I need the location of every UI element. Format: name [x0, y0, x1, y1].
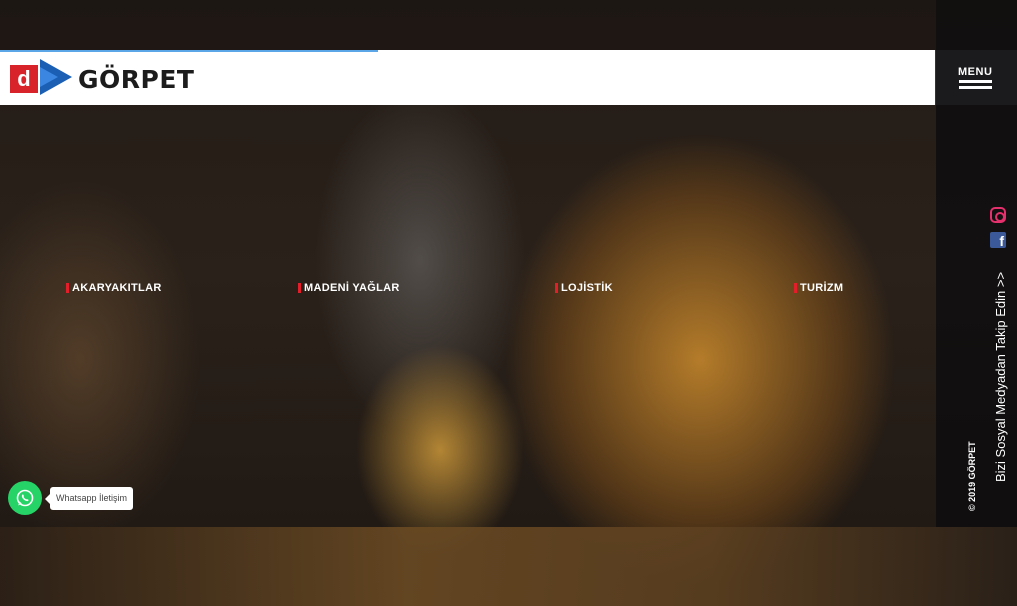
logo-link[interactable]: d GÖRPET	[10, 59, 194, 99]
hamburger-icon	[959, 80, 992, 92]
menu-label: MENU	[958, 66, 993, 78]
logo-play-inner	[40, 67, 58, 87]
page-load-progress	[0, 50, 378, 52]
site-header: d GÖRPET	[0, 50, 936, 105]
category-label: MADENİ YAĞLAR	[304, 282, 400, 294]
facebook-icon[interactable]: f	[990, 232, 1006, 249]
category-marker	[298, 283, 301, 293]
instagram-icon[interactable]	[990, 207, 1006, 223]
lower-background-band	[0, 527, 1017, 606]
menu-button[interactable]: MENU	[935, 50, 1017, 105]
category-madeni-yaglar[interactable]: MADENİ YAĞLAR	[298, 282, 400, 294]
category-label: LOJİSTİK	[561, 282, 613, 294]
whatsapp-label[interactable]: Whatsapp İletişim	[44, 487, 134, 510]
whatsapp-icon	[16, 489, 34, 507]
category-marker	[794, 283, 797, 293]
category-label: AKARYAKITLAR	[72, 282, 162, 294]
copyright-text: © 2019 GÖRPET	[967, 441, 977, 511]
social-follow-text: Bizi Sosyal Medyadan Takip Edin >>	[993, 271, 1008, 482]
top-overlay	[0, 0, 1017, 50]
category-lojistik[interactable]: LOJİSTİK	[555, 282, 613, 294]
logo-text: GÖRPET	[78, 64, 195, 94]
category-label: TURİZM	[800, 282, 844, 294]
whatsapp-button[interactable]	[8, 481, 42, 515]
category-akaryakitlar[interactable]: AKARYAKITLAR	[66, 282, 162, 294]
category-marker	[555, 283, 558, 293]
rail-top-overlay	[936, 0, 1017, 50]
logo-mark: d	[10, 59, 74, 99]
category-turizm[interactable]: TURİZM	[794, 282, 843, 294]
category-marker	[66, 283, 69, 293]
logo-d-icon: d	[10, 65, 38, 93]
